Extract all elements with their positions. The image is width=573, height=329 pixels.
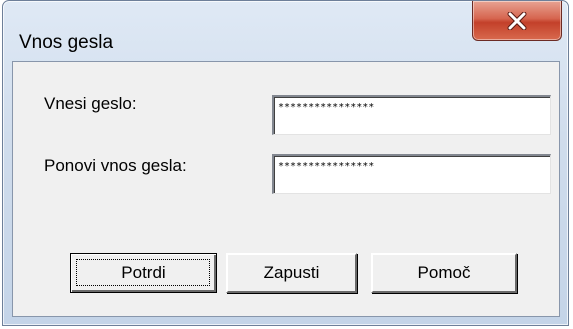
confirm-button[interactable]: Potrdi xyxy=(70,253,217,293)
confirm-password-field[interactable]: **************** xyxy=(272,154,551,194)
dialog-window: Vnos gesla Vnesi geslo: ****************… xyxy=(2,0,569,326)
dialog-client-area: Vnesi geslo: **************** Ponovi vno… xyxy=(12,61,560,317)
title-bar[interactable]: Vnos gesla xyxy=(3,1,568,59)
run-button[interactable]: Zapusti xyxy=(226,253,357,293)
help-button[interactable]: Pomoč xyxy=(371,253,517,293)
confirm-button-label: Potrdi xyxy=(121,263,166,282)
run-button-label: Zapusti xyxy=(263,263,320,282)
confirm-password-label: Ponovi vnos gesla: xyxy=(44,156,187,175)
close-icon xyxy=(507,11,527,30)
window-title: Vnos gesla xyxy=(19,32,114,53)
close-button[interactable] xyxy=(472,1,562,41)
password-label: Vnesi geslo: xyxy=(44,94,137,113)
password-field[interactable]: **************** xyxy=(272,95,551,135)
help-button-label: Pomoč xyxy=(417,263,471,282)
